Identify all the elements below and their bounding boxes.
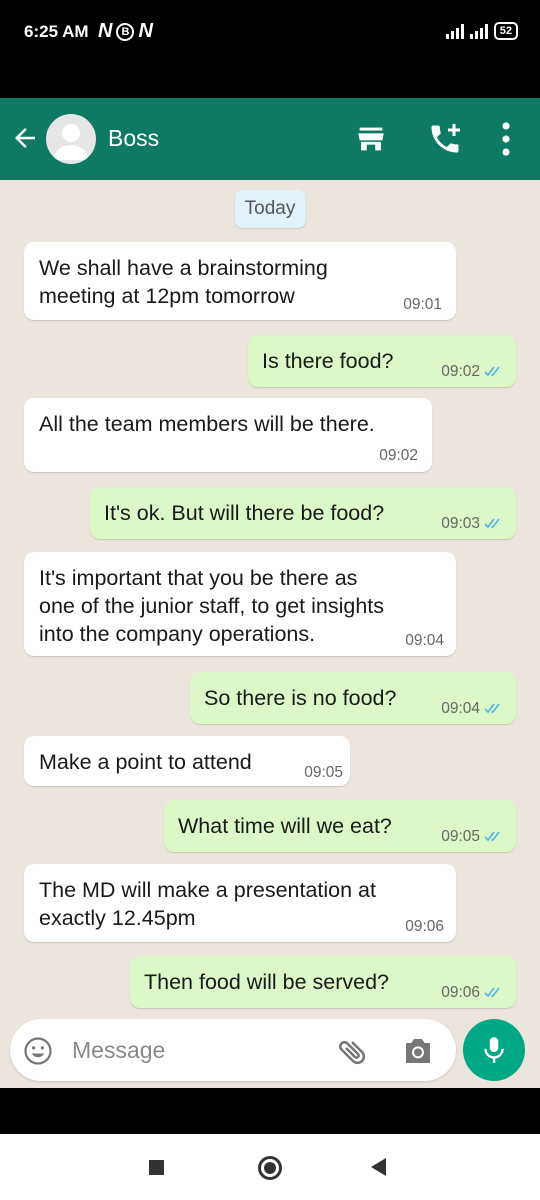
message-line: All the team members will be there. <box>39 412 375 436</box>
chat-header: Boss <box>0 98 540 180</box>
more-vert-icon[interactable] <box>497 120 515 158</box>
incoming-message[interactable]: Make a point to attend 09:05 <box>24 736 350 786</box>
outgoing-message[interactable]: Then food will be served? 09:06 <box>130 956 516 1008</box>
message-text: It's important that you be there as one … <box>39 564 384 648</box>
mic-icon <box>484 1037 504 1063</box>
read-ticks-icon <box>484 831 500 842</box>
message-time: 09:01 <box>403 296 442 313</box>
outgoing-message[interactable]: It's ok. But will there be food? 09:03 <box>90 487 516 539</box>
contact-name[interactable]: Boss <box>108 125 159 152</box>
outgoing-message[interactable]: What time will we eat? 09:05 <box>164 800 516 852</box>
message-text: It's ok. But will there be food? <box>104 499 384 527</box>
message-text: So there is no food? <box>204 684 396 712</box>
message-line: Then food will be served? <box>144 970 390 994</box>
message-time: 09:03 <box>441 515 506 533</box>
date-chip: Today <box>234 190 306 228</box>
attach-icon[interactable] <box>336 1035 370 1069</box>
message-text: What time will we eat? <box>178 812 392 840</box>
message-line: Is there food? <box>262 349 394 373</box>
message-time: 09:05 <box>304 764 343 781</box>
read-ticks-icon <box>484 518 500 529</box>
message-line: We shall have a brainstorming <box>39 256 328 280</box>
time-text: 09:02 <box>441 363 480 380</box>
message-line: It's ok. But will there be food? <box>104 501 385 525</box>
notification-n-icon: N <box>98 20 113 42</box>
default-avatar-icon <box>53 124 89 160</box>
outgoing-message[interactable]: So there is no food? 09:04 <box>190 672 516 724</box>
incoming-message[interactable]: All the team members will be there. 09:0… <box>24 398 432 472</box>
message-time: 09:02 <box>379 447 418 464</box>
message-time: 09:04 <box>441 700 506 718</box>
battery-icon: 52 <box>493 22 518 40</box>
notification-n-icon: N <box>138 20 153 42</box>
read-ticks-icon <box>484 987 500 998</box>
message-text: All the team members will be there. <box>39 410 375 438</box>
message-text: Is there food? <box>262 347 393 375</box>
avatar[interactable] <box>46 114 96 164</box>
message-text: We shall have a brainstorming meeting at… <box>39 254 328 310</box>
read-ticks-icon <box>484 703 500 714</box>
message-line: So there is no food? <box>204 686 397 710</box>
message-placeholder: Message <box>72 1037 166 1063</box>
shop-icon[interactable] <box>354 122 388 156</box>
message-line: The MD will make a presentation at <box>39 878 376 902</box>
message-time: 09:06 <box>441 984 506 1002</box>
message-line: It's important that you be there as <box>39 566 358 590</box>
incoming-message[interactable]: We shall have a brainstorming meeting at… <box>24 242 456 320</box>
camera-icon[interactable] <box>402 1036 434 1066</box>
signal-icon <box>469 23 488 39</box>
message-line: meeting at 12pm tomorrow <box>39 284 295 308</box>
time-text: 09:05 <box>441 828 480 845</box>
add-call-icon[interactable] <box>427 121 463 157</box>
recents-button[interactable] <box>149 1160 164 1175</box>
chat-area[interactable]: Today We shall have a brainstorming meet… <box>0 180 540 1088</box>
system-nav-bar <box>0 1134 540 1200</box>
message-input[interactable]: Message <box>10 1019 456 1081</box>
mic-button[interactable] <box>463 1019 525 1081</box>
message-time: 09:05 <box>441 828 506 846</box>
status-bar: 6:25 AM N B N 52 <box>0 0 540 98</box>
time-text: 09:04 <box>441 700 480 717</box>
message-text: Then food will be served? <box>144 968 389 996</box>
emoji-icon[interactable] <box>23 1036 53 1066</box>
back-arrow-icon[interactable] <box>10 123 40 153</box>
outgoing-message[interactable]: Is there food? 09:02 <box>248 335 516 387</box>
signal-icon <box>445 23 464 39</box>
message-time: 09:04 <box>405 632 444 649</box>
message-text: Make a point to attend <box>39 748 252 776</box>
message-time: 09:02 <box>441 363 506 381</box>
notification-b-icon: B <box>116 22 135 41</box>
message-line: exactly 12.45pm <box>39 906 196 930</box>
message-composer: Message <box>0 1010 540 1088</box>
status-time: 6:25 AM <box>24 22 89 41</box>
notification-icons: N B N <box>98 20 153 43</box>
incoming-message[interactable]: The MD will make a presentation at exact… <box>24 864 456 942</box>
status-right-icons: 52 <box>445 22 518 40</box>
message-line: What time will we eat? <box>178 814 392 838</box>
message-time: 09:06 <box>405 918 444 935</box>
message-line: Make a point to attend <box>39 750 252 774</box>
time-text: 09:03 <box>441 515 480 532</box>
incoming-message[interactable]: It's important that you be there as one … <box>24 552 456 656</box>
read-ticks-icon <box>484 366 500 377</box>
message-line: one of the junior staff, to get insights <box>39 594 385 618</box>
home-button[interactable] <box>258 1156 282 1180</box>
message-text: The MD will make a presentation at exact… <box>39 876 376 932</box>
time-text: 09:06 <box>441 984 480 1001</box>
back-button[interactable] <box>371 1158 386 1176</box>
message-line: into the company operations. <box>39 622 316 646</box>
